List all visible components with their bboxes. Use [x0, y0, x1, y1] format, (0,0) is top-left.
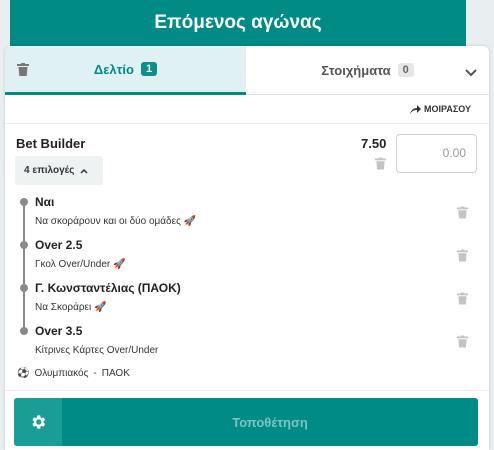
selection-market: Να σκοράρουν και οι δύο ομάδες 🚀 [35, 216, 196, 227]
selection-market-label: Γκολ Over/Under [35, 259, 111, 270]
selection-dot [20, 241, 28, 249]
share-button[interactable]: ΜΟΙΡΑΣΟΥ [410, 104, 471, 114]
selection-name: Ναι [35, 195, 55, 209]
chevron-up-icon [80, 168, 88, 174]
remove-selection-trash-icon[interactable] [457, 292, 468, 310]
selection-market-label: Να σκοράρουν και οι δύο ομάδες [35, 216, 181, 227]
share-row: ΜΟΙΡΑΣΟΥ [5, 95, 489, 124]
bet-builder-odds: 7.50 [361, 136, 387, 151]
selection-market: Γκολ Over/Under 🚀 [35, 259, 126, 270]
selection-name: Over 2.5 [35, 238, 83, 252]
tab-betslip-label: Δελτίο [93, 61, 134, 77]
remove-selection-trash-icon[interactable] [457, 206, 468, 224]
place-bet-label: Τοποθέτηση [232, 414, 308, 430]
bet-builder-title: Bet Builder [16, 136, 86, 151]
betslip-tabs: Δελτίο 1 Στοιχήματα 0 [5, 46, 489, 95]
tab-bets[interactable]: Στοιχήματα 0 [246, 46, 489, 95]
place-bet-button[interactable]: Τοποθέτηση [62, 398, 478, 446]
rocket-icon: 🚀 [113, 259, 126, 270]
selection-dot [20, 284, 28, 292]
selections-toggle-label: 4 επιλογές [24, 165, 75, 176]
place-bet-footer: Τοποθέτηση [14, 398, 478, 446]
share-arrow-icon [410, 104, 421, 114]
rocket-icon: 🚀 [183, 216, 197, 227]
remove-selection-trash-icon[interactable] [457, 249, 468, 267]
next-match-title: Επόμενος αγώνας [154, 12, 322, 33]
next-match-banner[interactable]: Επόμενος αγώνας [10, 0, 466, 46]
selection-market: Κίτρινες Κάρτες Over/Under [35, 345, 158, 356]
selection-dot [20, 198, 28, 206]
tab-betslip[interactable]: Δελτίο 1 [5, 46, 246, 95]
selection-market-label: Κίτρινες Κάρτες Over/Under [35, 345, 159, 356]
divider [5, 390, 489, 391]
share-label: ΜΟΙΡΑΣΟΥ [424, 104, 471, 114]
match-home-team: Ολυμπιακός [34, 368, 89, 379]
selections-toggle-button[interactable]: 4 επιλογές [15, 156, 103, 185]
clear-betslip-trash-icon[interactable] [17, 63, 29, 81]
rocket-icon: 🚀 [94, 302, 107, 313]
soccer-ball-icon: ⚽ [17, 368, 30, 379]
stake-input[interactable]: 0.00 [396, 134, 477, 173]
tab-bets-count: 0 [397, 63, 414, 77]
collapse-chevron-down-icon[interactable] [465, 64, 477, 82]
betslip-panel: Δελτίο 1 Στοιχήματα 0 ΜΟΙΡΑΣΟΥ Bet Build… [5, 46, 489, 450]
selection-market: Να Σκοράρει 🚀 [35, 302, 107, 313]
selection-name: Γ. Κωνσταντέλιας (ΠΑΟΚ) [35, 281, 181, 295]
match-separator: - [93, 368, 97, 379]
settings-button[interactable] [14, 398, 62, 446]
remove-selection-trash-icon[interactable] [457, 335, 468, 353]
gear-icon [32, 415, 46, 429]
match-info: ⚽ Ολυμπιακός - ΠΑΟΚ [17, 368, 130, 379]
selection-market-label: Να Σκοράρει [35, 302, 92, 313]
remove-bet-builder-trash-icon[interactable] [375, 157, 386, 175]
selection-timeline [23, 198, 25, 334]
selection-name: Over 3.5 [35, 324, 83, 338]
tab-bets-label: Στοιχήματα [321, 62, 391, 78]
selection-dot [20, 327, 28, 335]
match-away-team: ΠΑΟΚ [101, 368, 130, 379]
tab-betslip-count: 1 [140, 62, 158, 76]
